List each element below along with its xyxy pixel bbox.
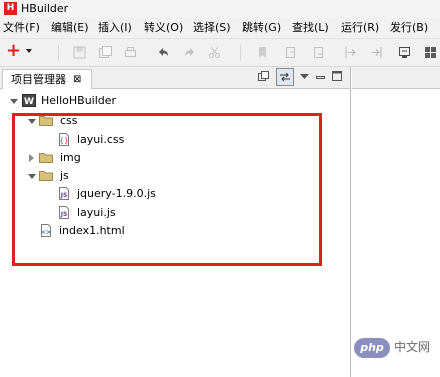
watermark: php 中文网 — [354, 336, 438, 364]
jump-out-icon[interactable] — [370, 46, 383, 59]
highlight-box — [12, 113, 322, 266]
toolbar-separator — [240, 45, 241, 61]
menu-find[interactable]: 查找(L) — [292, 21, 329, 34]
menu-goto[interactable]: 跳转(G) — [242, 21, 281, 34]
title-bar: H HBuilder — [0, 0, 440, 17]
minimize-icon[interactable] — [316, 73, 325, 82]
tab-project-explorer[interactable]: 项目管理器 ⊠ — [2, 69, 92, 89]
editor-area — [352, 67, 440, 377]
watermark-text: 中文网 — [394, 340, 431, 354]
grid-icon[interactable] — [424, 46, 437, 59]
view-menu-icon[interactable] — [300, 74, 309, 80]
new-dropdown-arrow-icon[interactable] — [26, 49, 32, 53]
window-title: HBuilder — [21, 2, 69, 15]
menu-edit[interactable]: 编辑(E) — [51, 21, 89, 34]
save-icon[interactable] — [73, 46, 86, 59]
menu-insert[interactable]: 插入(I) — [98, 21, 132, 34]
tree-item-project[interactable]: W HelloHBuilder — [0, 92, 340, 110]
print-icon[interactable] — [124, 46, 137, 59]
link-arrows-icon — [280, 72, 290, 82]
save-all-icon[interactable] — [99, 46, 112, 59]
tree-item-label: HelloHBuilder — [41, 94, 117, 107]
prev-doc-icon[interactable] — [284, 46, 297, 59]
cut-icon[interactable] — [208, 46, 221, 59]
toolbar-separator — [58, 45, 59, 61]
redo-icon[interactable] — [183, 46, 196, 59]
view-tab-bar: 项目管理器 ⊠ — [0, 67, 350, 89]
close-icon[interactable]: ⊠ — [73, 73, 81, 86]
expand-arrow-icon[interactable] — [10, 99, 18, 104]
menu-select[interactable]: 选择(S) — [193, 21, 231, 34]
bookmark-icon[interactable] — [256, 46, 269, 59]
maximize-icon[interactable] — [332, 71, 342, 81]
app-logo-icon: H — [4, 2, 17, 15]
plus-icon[interactable]: + — [6, 41, 21, 61]
jump-in-icon[interactable] — [344, 46, 357, 59]
editor-tab-bar — [352, 67, 440, 89]
svg-text:W: W — [24, 97, 34, 107]
project-icon: W — [22, 94, 36, 107]
watermark-logo: php — [354, 338, 390, 358]
next-doc-icon[interactable] — [312, 46, 325, 59]
menu-file[interactable]: 文件(F) — [3, 21, 40, 34]
preview-icon[interactable] — [398, 46, 411, 59]
toolbar: + — [0, 39, 440, 67]
link-with-editor-button[interactable] — [276, 68, 294, 86]
menu-publish[interactable]: 发行(B) — [390, 21, 428, 34]
undo-icon[interactable] — [157, 46, 170, 59]
collapse-all-icon[interactable] — [258, 71, 269, 82]
menu-run[interactable]: 运行(R) — [341, 21, 379, 34]
tab-label: 项目管理器 — [11, 73, 66, 86]
menu-bar: 文件(F) 编辑(E) 插入(I) 转义(O) 选择(S) 跳转(G) 查找(L… — [0, 17, 440, 39]
menu-escape[interactable]: 转义(O) — [144, 21, 183, 34]
